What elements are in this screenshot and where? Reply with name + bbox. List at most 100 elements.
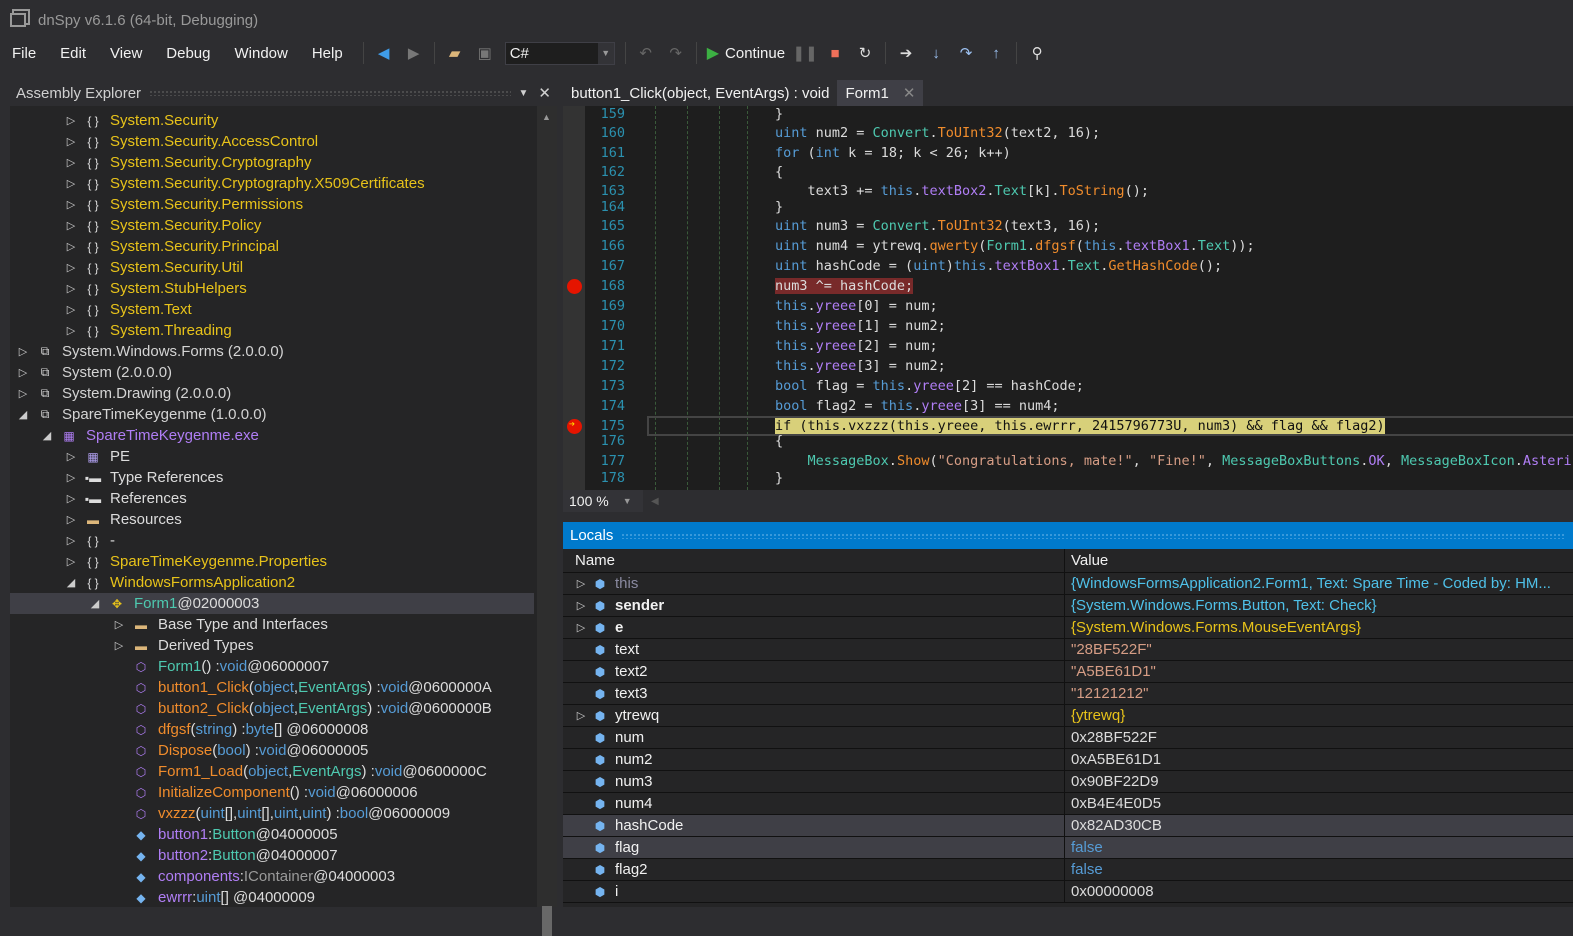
menu-file[interactable]: File	[0, 45, 48, 62]
code-line[interactable]: 173 bool flag = this.yreee[2] == hashCode…	[563, 376, 1573, 396]
local-value[interactable]: {ytrewq}	[1065, 705, 1573, 726]
tree-item[interactable]: ▷ { } System.Security.Cryptography.X509Cer…	[10, 173, 534, 194]
expand-arrow-icon[interactable]: ▷	[64, 324, 78, 337]
tab-form1[interactable]: Form1 ✕	[837, 80, 924, 106]
expand-arrow-icon[interactable]: ▷	[64, 282, 78, 295]
scrollbar-thumb[interactable]	[542, 906, 552, 936]
column-header-value[interactable]: Value	[1065, 549, 1573, 572]
expand-arrow-icon[interactable]: ▷	[64, 156, 78, 169]
drag-grip[interactable]	[621, 532, 1565, 539]
local-value[interactable]: 0x00000008	[1065, 881, 1573, 902]
back-icon[interactable]: ◀	[374, 43, 394, 63]
zoom-select[interactable]: 100 % ▼	[563, 490, 643, 512]
tree-item[interactable]: ▷ ⧉ System (2.0.0.0)	[10, 362, 534, 383]
undo-icon[interactable]: ↶	[636, 43, 656, 63]
expand-arrow-icon[interactable]: ▷	[16, 387, 30, 400]
column-header-name[interactable]: Name	[563, 549, 1065, 572]
expand-arrow-icon[interactable]: ▷	[575, 621, 587, 634]
local-value[interactable]: 0x28BF522F	[1065, 727, 1573, 748]
collapse-arrow-icon[interactable]: ◢	[16, 408, 30, 421]
local-value[interactable]: "A5BE61D1"	[1065, 661, 1573, 682]
code-line[interactable]: 176 {	[563, 431, 1573, 451]
tree-item[interactable]: ⬡ dfgsf(string) : byte[] @06000008	[10, 719, 534, 740]
expand-arrow-icon[interactable]: ▷	[64, 555, 78, 568]
code-line[interactable]: 168 num3 ^= hashCode;	[563, 276, 1573, 296]
open-folder-icon[interactable]: ▰	[445, 43, 465, 63]
tree-item[interactable]: ▷ { } System.Security.Cryptography	[10, 152, 534, 173]
local-value[interactable]: {System.Windows.Forms.MouseEventArgs}	[1065, 617, 1573, 638]
tree-item[interactable]: ▷ { } -	[10, 530, 534, 551]
expand-arrow-icon[interactable]: ▷	[64, 450, 78, 463]
menu-debug[interactable]: Debug	[154, 45, 222, 62]
local-value[interactable]: 0x90BF22D9	[1065, 771, 1573, 792]
drag-grip[interactable]	[149, 90, 511, 96]
local-value[interactable]: 0xA5BE61D1	[1065, 749, 1573, 770]
code-line[interactable]: 160 uint num2 = Convert.ToUInt32(text2, 1…	[563, 123, 1573, 143]
expand-arrow-icon[interactable]: ▷	[64, 534, 78, 547]
collapse-arrow-icon[interactable]: ◢	[88, 597, 102, 610]
local-value[interactable]: 0xB4E4E0D5	[1065, 793, 1573, 814]
expand-arrow-icon[interactable]: ▷	[575, 709, 587, 722]
expand-arrow-icon[interactable]: ▷	[64, 261, 78, 274]
expand-arrow-icon[interactable]: ▷	[64, 135, 78, 148]
step-into-icon[interactable]: ↓	[926, 43, 946, 63]
expand-arrow-icon[interactable]: ▷	[16, 345, 30, 358]
locals-row[interactable]: ⬢ num 0x28BF522F	[563, 727, 1573, 749]
tree-item[interactable]: ▷ ⧉ System.Drawing (2.0.0.0)	[10, 383, 534, 404]
locals-row[interactable]: ⬢ flag2 false	[563, 859, 1573, 881]
locals-row[interactable]: ⬢ flag false	[563, 837, 1573, 859]
tree-item[interactable]: ▷ { } System.StubHelpers	[10, 278, 534, 299]
vertical-scrollbar[interactable]: ▲	[537, 106, 557, 936]
locals-row[interactable]: ⬢ num3 0x90BF22D9	[563, 771, 1573, 793]
save-icon[interactable]: ▣	[475, 43, 495, 63]
tree-item[interactable]: ▷ { } System.Security.Policy	[10, 215, 534, 236]
tree-item[interactable]: ▷ ▬ Derived Types	[10, 635, 534, 656]
tree-item[interactable]: ▷ ▪▬ References	[10, 488, 534, 509]
locals-row[interactable]: ⬢ text2 "A5BE61D1"	[563, 661, 1573, 683]
tree-item[interactable]: ⬡ vxzzz(uint [], uint [], uint, uint) : boo…	[10, 803, 534, 824]
pause-icon[interactable]: ❚❚	[793, 43, 818, 63]
tree-item[interactable]: ▷ { } System.Security	[10, 110, 534, 131]
collapse-arrow-icon[interactable]: ◢	[40, 429, 54, 442]
search-icon[interactable]: ⚲	[1027, 43, 1047, 63]
local-value[interactable]: "28BF522F"	[1065, 639, 1573, 660]
code-line[interactable]: 167 uint hashCode = (uint)this.textBox1.T…	[563, 256, 1573, 276]
menu-help[interactable]: Help	[300, 45, 355, 62]
locals-row[interactable]: ▷ ⬢ sender {System.Windows.Forms.Button, Te…	[563, 595, 1573, 617]
tree-item[interactable]: ◆ ewrrr : uint[] @04000009	[10, 887, 534, 908]
code-line[interactable]: 170 this.yreee[1] = num2;	[563, 316, 1573, 336]
tree-item[interactable]: ▷ { } System.Security.Util	[10, 257, 534, 278]
locals-row[interactable]: ⬢ hashCode 0x82AD30CB	[563, 815, 1573, 837]
code-line[interactable]: 159}	[563, 106, 1573, 124]
local-value[interactable]: false	[1065, 859, 1573, 880]
local-value[interactable]: false	[1065, 837, 1573, 858]
expand-arrow-icon[interactable]: ▷	[64, 492, 78, 505]
menu-edit[interactable]: Edit	[48, 45, 98, 62]
local-value[interactable]: 0x82AD30CB	[1065, 815, 1573, 836]
show-next-statement-icon[interactable]: ➔	[896, 43, 916, 63]
tree-item[interactable]: ◆ button1 : Button @04000005	[10, 824, 534, 845]
redo-icon[interactable]: ↷	[666, 43, 686, 63]
tab-button1-click[interactable]: button1_Click(object, EventArgs) : void	[563, 80, 837, 106]
code-line[interactable]: 174 bool flag2 = this.yreee[3] == num4;	[563, 396, 1573, 416]
tree-item[interactable]: ▷ { } System.Text	[10, 299, 534, 320]
expand-arrow-icon[interactable]: ▷	[64, 513, 78, 526]
tree-item[interactable]: ▷ { } System.Security.Permissions	[10, 194, 534, 215]
tree-item[interactable]: ◢ ▦ SpareTimeKeygenme.exe	[10, 425, 534, 446]
tree-item[interactable]: ◆ components : IContainer @04000003	[10, 866, 534, 887]
close-icon[interactable]: ✕	[538, 84, 551, 102]
code-line[interactable]: 161 for (int k = 18; k < 26; k++)	[563, 143, 1573, 163]
expand-arrow-icon[interactable]: ▷	[112, 639, 126, 652]
code-line[interactable]: 169 this.yreee[0] = num;	[563, 296, 1573, 316]
menu-view[interactable]: View	[98, 45, 154, 62]
stop-icon[interactable]: ■	[825, 43, 845, 63]
code-line[interactable]: 171 this.yreee[2] = num;	[563, 336, 1573, 356]
forward-icon[interactable]: ▶	[404, 43, 424, 63]
tree-item[interactable]: ⬡ Form1() : void @06000007	[10, 656, 534, 677]
dropdown-icon[interactable]: ▼	[519, 88, 529, 99]
local-value[interactable]: {System.Windows.Forms.Button, Text: Chec…	[1065, 595, 1573, 616]
code-editor[interactable]: 159} 160 uint num2 = Convert.ToUInt32(text…	[563, 106, 1573, 490]
expand-arrow-icon[interactable]: ▷	[575, 577, 587, 590]
expand-arrow-icon[interactable]: ▷	[112, 618, 126, 631]
local-value[interactable]: {WindowsFormsApplication2.Form1, Text: S…	[1065, 573, 1573, 594]
